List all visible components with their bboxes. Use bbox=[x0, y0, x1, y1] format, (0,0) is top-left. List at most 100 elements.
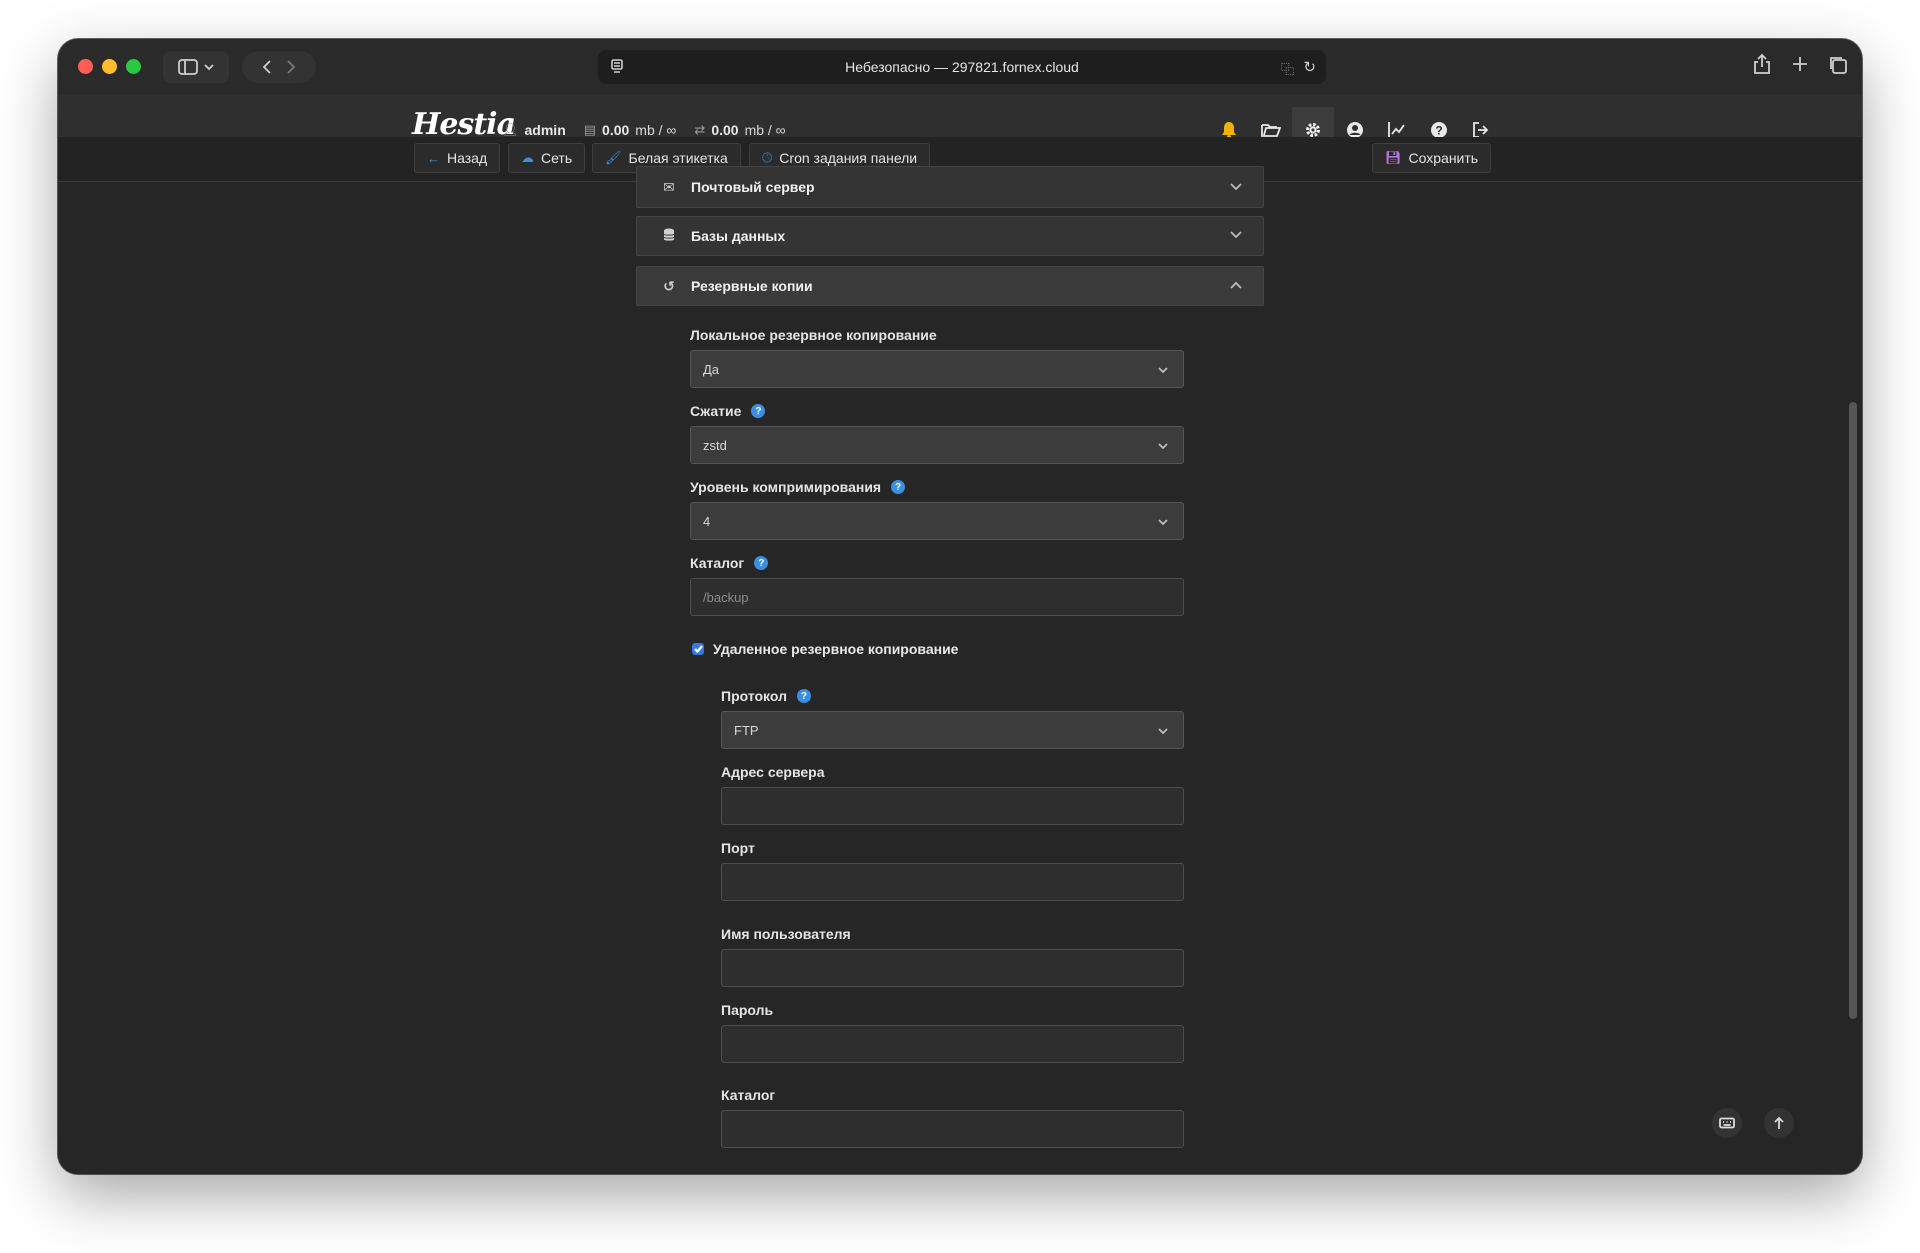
compression-value: zstd bbox=[703, 437, 727, 453]
database-icon bbox=[655, 228, 683, 245]
port-input[interactable] bbox=[721, 863, 1184, 901]
share-button[interactable] bbox=[1753, 53, 1771, 80]
arrow-up-icon bbox=[1774, 1116, 1784, 1129]
scrollbar[interactable] bbox=[1849, 402, 1857, 1019]
sidebar-toggle-button[interactable] bbox=[163, 51, 229, 83]
sidebar-icon bbox=[178, 59, 198, 75]
chevron-down-icon bbox=[1229, 179, 1243, 195]
save-button[interactable]: 💾︎ Сохранить bbox=[1372, 143, 1492, 173]
protocol-value: FTP bbox=[734, 722, 759, 738]
plus-icon bbox=[1793, 57, 1807, 71]
server-address-input[interactable] bbox=[721, 787, 1184, 825]
back-arrow-icon[interactable] bbox=[262, 59, 272, 75]
browser-toolbar: Небезопасно — 297821.fornex.cloud ⿻ ↻ bbox=[58, 39, 1862, 96]
local-backup-label: Локальное резервное копирование bbox=[690, 327, 937, 343]
cron-label: Cron задания панели bbox=[779, 150, 918, 166]
clock-icon: 🕓︎ bbox=[762, 150, 773, 165]
new-tab-button[interactable] bbox=[1791, 55, 1809, 78]
back-button[interactable]: ← Назад bbox=[414, 143, 501, 173]
network-label: Сеть bbox=[541, 150, 573, 166]
port-label: Порт bbox=[721, 840, 755, 856]
scroll-to-top-button[interactable] bbox=[1764, 1108, 1794, 1138]
save-label: Сохранить bbox=[1408, 150, 1479, 166]
brush-icon: 🖌︎ bbox=[605, 150, 622, 165]
local-backup-value: Да bbox=[703, 361, 720, 377]
keyboard-shortcuts-button[interactable] bbox=[1712, 1108, 1742, 1138]
floppy-icon: 💾︎ bbox=[1385, 150, 1402, 165]
address-text: Небезопасно — 297821.fornex.cloud bbox=[845, 59, 1079, 75]
panel-backups[interactable]: ↺ Резервные копии bbox=[636, 266, 1264, 306]
directory-label: Каталог ? bbox=[690, 555, 769, 571]
compression-label: Сжатие ? bbox=[690, 403, 766, 419]
username-input[interactable] bbox=[721, 949, 1184, 987]
tabs-overview-icon bbox=[1830, 57, 1847, 74]
arrow-left-icon: ← bbox=[427, 150, 440, 166]
remote-backup-label: Удаленное резервное копирование bbox=[713, 641, 959, 657]
protocol-label: Протокол ? bbox=[721, 688, 811, 704]
panel-databases-label: Базы данных bbox=[691, 228, 786, 244]
usage-stats: 👤︎ admin ▤ 0.00 mb / ∞ ⇄ 0.00 mb / ∞ bbox=[502, 122, 786, 138]
white-label-label: Белая этикетка bbox=[628, 150, 728, 166]
user-stat[interactable]: 👤︎ admin bbox=[502, 122, 566, 138]
chevron-up-icon bbox=[1229, 277, 1243, 293]
panel-mail-server[interactable]: ✉ Почтовый сервер bbox=[636, 166, 1264, 208]
disk-stat: ▤ 0.00 mb / ∞ bbox=[584, 122, 677, 138]
history-icon: ↺ bbox=[663, 277, 675, 294]
chevron-down-icon bbox=[1157, 363, 1169, 378]
bandwidth-unit: mb / ∞ bbox=[744, 122, 786, 138]
compression-level-select[interactable]: 4 bbox=[690, 502, 1184, 540]
browser-window: Небезопасно — 297821.fornex.cloud ⿻ ↻ He… bbox=[58, 39, 1862, 1174]
password-input[interactable] bbox=[721, 1025, 1184, 1063]
chevron-down-icon bbox=[204, 64, 214, 71]
history-nav bbox=[242, 51, 316, 83]
panel-backups-label: Резервные копии bbox=[691, 278, 813, 294]
chevron-down-icon bbox=[1157, 439, 1169, 454]
help-icon[interactable]: ? bbox=[796, 689, 811, 703]
directory-placeholder: /backup bbox=[703, 589, 749, 605]
keyboard-icon bbox=[1719, 1117, 1735, 1129]
remote-backup-checkbox[interactable] bbox=[692, 643, 704, 655]
compression-level-label: Уровень компримирования ? bbox=[690, 479, 906, 495]
chevron-down-icon bbox=[1157, 724, 1169, 739]
address-bar[interactable]: Небезопасно — 297821.fornex.cloud ⿻ ↻ bbox=[598, 50, 1326, 84]
help-icon[interactable]: ? bbox=[751, 404, 766, 418]
compression-select[interactable]: zstd bbox=[690, 426, 1184, 464]
remote-directory-input[interactable] bbox=[721, 1110, 1184, 1148]
password-label: Пароль bbox=[721, 1002, 774, 1018]
back-label: Назад bbox=[447, 150, 488, 166]
username: admin bbox=[524, 122, 566, 138]
mail-server-icon: ✉ bbox=[663, 178, 675, 195]
cloud-icon: ☁ bbox=[521, 150, 534, 165]
close-window-button[interactable] bbox=[78, 59, 93, 74]
disk-unit: mb / ∞ bbox=[635, 122, 677, 138]
directory-input[interactable]: /backup bbox=[690, 578, 1184, 616]
chevron-down-icon bbox=[1229, 227, 1243, 243]
share-icon bbox=[1754, 53, 1770, 74]
tab-overview-button[interactable] bbox=[1828, 55, 1848, 80]
panel-mail-server-label: Почтовый сервер bbox=[691, 179, 815, 195]
reload-icon[interactable]: ↻ bbox=[1303, 58, 1316, 76]
check-icon bbox=[693, 645, 703, 653]
transfer-icon: ⇄ bbox=[694, 122, 706, 137]
chevron-down-icon bbox=[1157, 515, 1169, 530]
zoom-window-button[interactable] bbox=[126, 59, 141, 74]
minimize-window-button[interactable] bbox=[102, 59, 117, 74]
help-icon[interactable]: ? bbox=[891, 480, 906, 494]
remote-backup-checkbox-row[interactable]: Удаленное резервное копирование bbox=[692, 641, 958, 657]
disk-value: 0.00 bbox=[602, 122, 630, 138]
page-menu-icon[interactable] bbox=[610, 59, 624, 76]
settings-content: ✉ Почтовый сервер Базы данных ↺ Резервны… bbox=[58, 166, 1862, 1174]
disk-icon: ▤ bbox=[583, 122, 597, 137]
protocol-select[interactable]: FTP bbox=[721, 711, 1184, 749]
username-label: Имя пользователя bbox=[721, 926, 851, 942]
compression-level-value: 4 bbox=[703, 513, 711, 529]
network-button[interactable]: ☁ Сеть bbox=[508, 143, 586, 173]
remote-directory-label: Каталог bbox=[721, 1087, 776, 1103]
translate-icon[interactable]: ⿻ bbox=[1281, 59, 1294, 78]
bandwidth-value: 0.00 bbox=[711, 122, 739, 138]
panel-databases[interactable]: Базы данных bbox=[636, 216, 1264, 256]
help-icon[interactable]: ? bbox=[754, 556, 769, 570]
local-backup-select[interactable]: Да bbox=[690, 350, 1184, 388]
bandwidth-stat: ⇄ 0.00 mb / ∞ bbox=[694, 122, 785, 138]
forward-arrow-icon[interactable] bbox=[286, 59, 296, 75]
